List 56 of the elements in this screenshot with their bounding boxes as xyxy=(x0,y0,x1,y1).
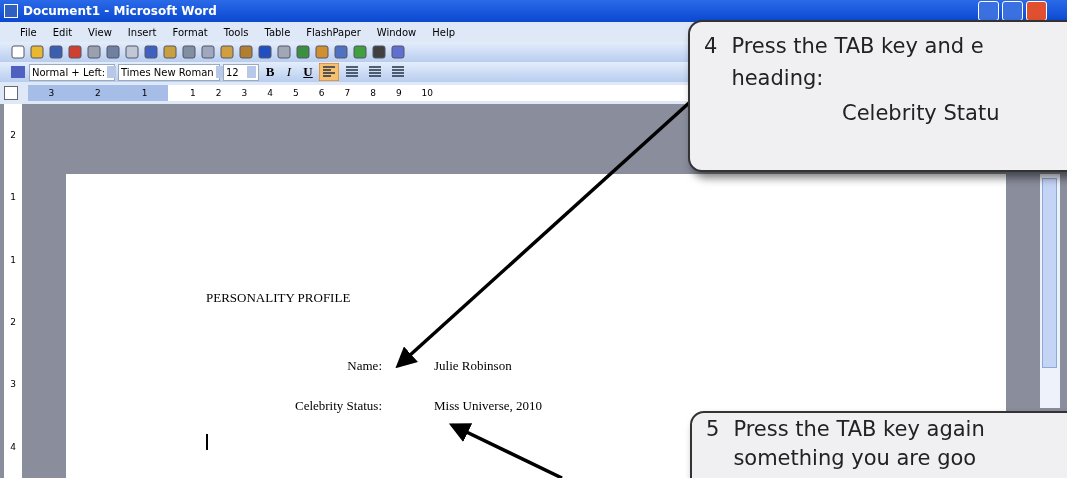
ruler-number: 2 xyxy=(95,88,101,98)
scroll-thumb[interactable] xyxy=(1042,178,1057,368)
instruction-text: Press the TAB key and e xyxy=(731,33,984,60)
field-label: Name: xyxy=(346,358,382,374)
menu-item[interactable]: Help xyxy=(424,26,464,38)
menu-item[interactable]: Tools xyxy=(215,26,257,38)
menu-item[interactable]: Window xyxy=(368,26,425,38)
menu-item[interactable]: FlashPaper xyxy=(298,26,369,38)
menu-item[interactable]: View xyxy=(80,26,120,38)
window-title: Document1 - Microsoft Word xyxy=(23,4,217,18)
step-number: 4 xyxy=(704,33,718,60)
ruler-number: 4 xyxy=(10,441,16,452)
ruler-number: 2 xyxy=(215,88,222,98)
ruler-number: 5 xyxy=(292,88,299,98)
ruler-number: 3 xyxy=(241,88,248,98)
ruler-number: 7 xyxy=(344,88,351,98)
ruler-number: 9 xyxy=(395,88,402,98)
document-heading: PERSONALITY PROFILE xyxy=(206,290,352,306)
menu-item[interactable]: Format xyxy=(164,26,216,38)
ruler-number: 2 xyxy=(10,130,16,141)
restore-button[interactable] xyxy=(1002,1,1023,21)
ruler-number: 1 xyxy=(10,192,16,203)
italic-button[interactable]: I xyxy=(281,64,297,80)
instruction-text: Press the TAB key again xyxy=(733,416,985,443)
bold-button[interactable]: B xyxy=(262,64,278,80)
text-cursor xyxy=(206,434,208,450)
font-dropdown[interactable]: Times New Roman xyxy=(118,63,220,81)
tab-selector[interactable] xyxy=(4,86,18,100)
field-value: Miss Universe, 2010 xyxy=(434,398,542,414)
close-button[interactable] xyxy=(1026,1,1047,21)
minimize-button[interactable] xyxy=(978,1,999,21)
ruler-number: 6 xyxy=(318,88,325,98)
instruction-text: something you are goo xyxy=(733,445,978,472)
menu-item[interactable]: Insert xyxy=(119,26,165,38)
ruler-number: 4 xyxy=(267,88,273,98)
ruler-number: 3 xyxy=(10,379,16,390)
menu-item[interactable]: Table xyxy=(256,26,299,38)
ruler-number: 8 xyxy=(370,88,376,98)
field-label: Celebrity Status: xyxy=(293,398,382,414)
field-value: Julie Robinson xyxy=(434,358,512,374)
vertical-scrollbar[interactable] xyxy=(1040,174,1060,408)
underline-button[interactable]: U xyxy=(300,64,316,80)
menu-item[interactable]: Edit xyxy=(44,26,81,38)
ruler-number: 10 xyxy=(421,88,434,98)
align-left-icon[interactable] xyxy=(319,63,339,81)
style-dropdown[interactable]: Normal + Left: xyxy=(29,63,115,81)
ruler-number: 1 xyxy=(141,88,148,98)
size-dropdown[interactable]: 12 xyxy=(223,63,259,81)
menu-item[interactable]: File xyxy=(12,26,45,38)
ruler-number: 3 xyxy=(48,88,55,98)
example-text: Celebrity Statu xyxy=(841,100,1001,127)
instruction-text: heading: xyxy=(731,65,825,92)
step-number: 5 xyxy=(706,416,720,443)
ruler-number: 2 xyxy=(10,317,16,328)
ruler-number: 1 xyxy=(10,254,16,265)
ruler-number: 1 xyxy=(190,88,196,98)
